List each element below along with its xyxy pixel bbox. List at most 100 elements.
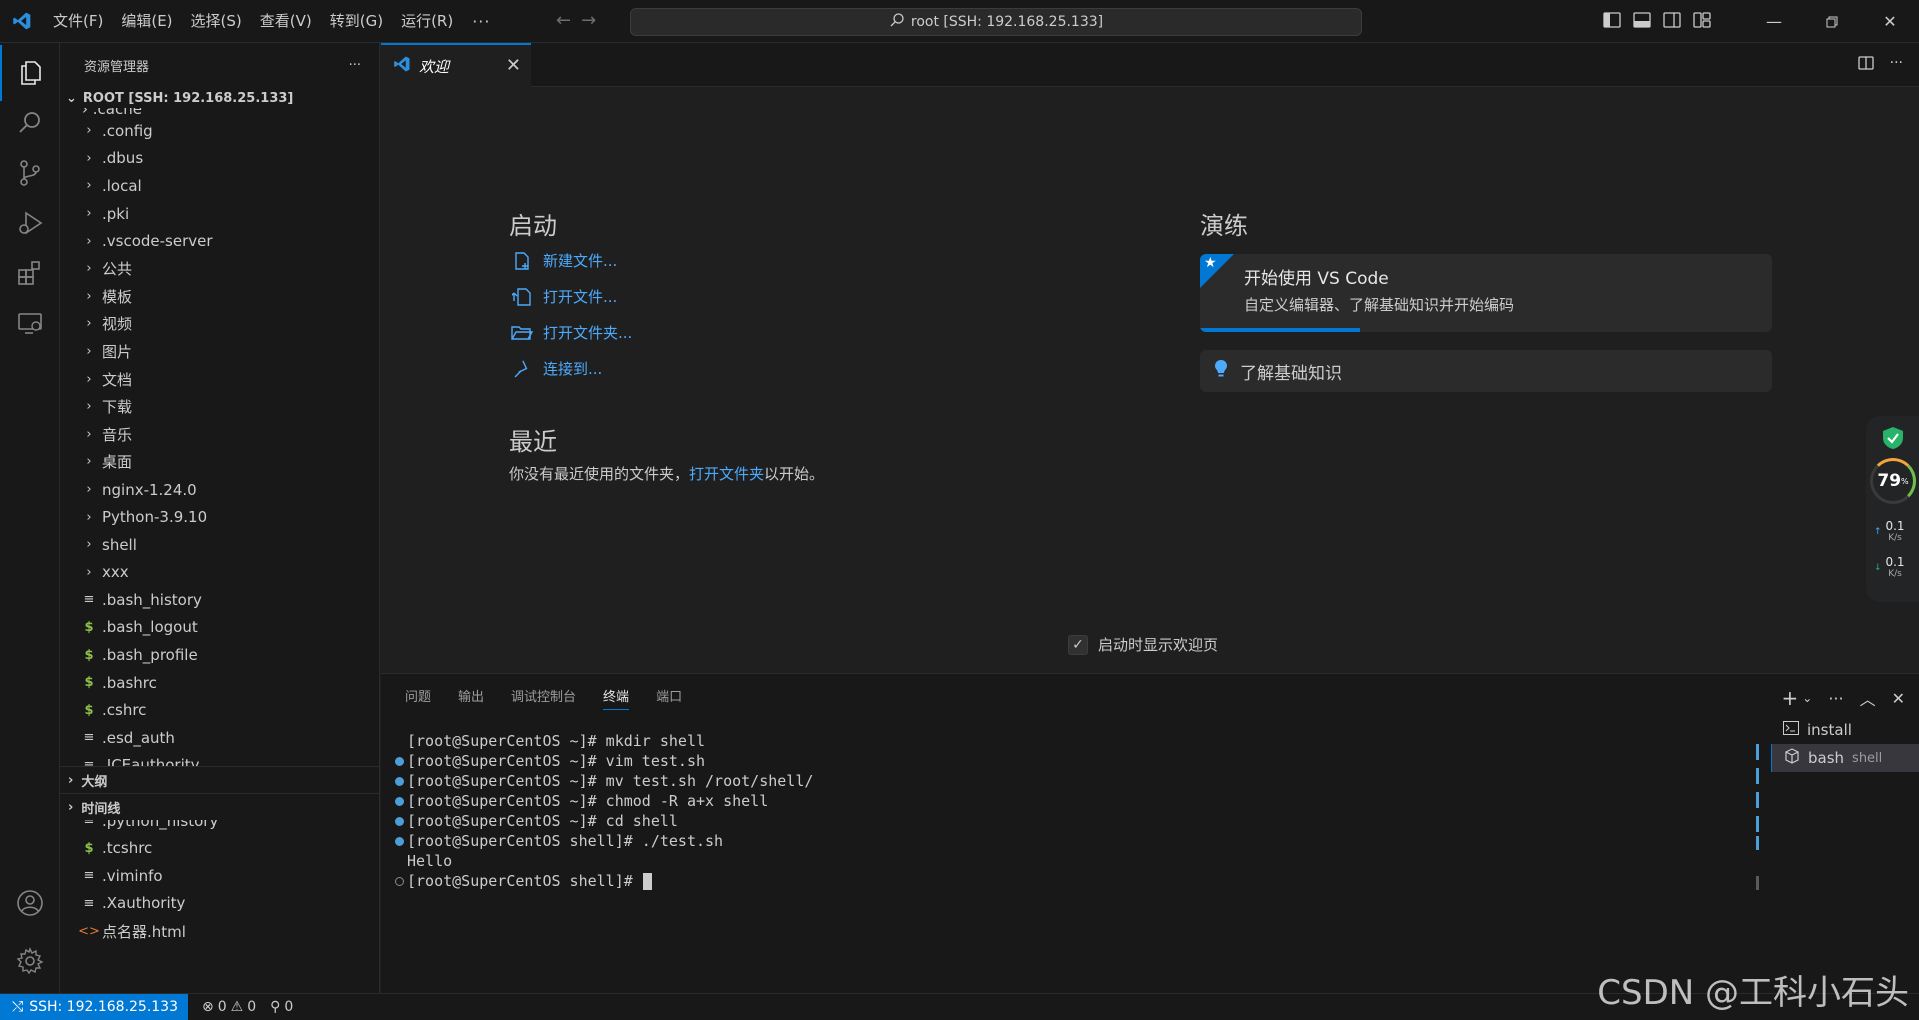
chevron-down-icon[interactable]: ⌄	[1802, 691, 1812, 705]
show-welcome-on-startup[interactable]: ✓ 启动时显示欢迎页	[1068, 634, 1218, 655]
tree-row-label: shell	[102, 535, 137, 554]
tree-row[interactable]: ≡ .esd_auth	[60, 724, 379, 752]
tree-row[interactable]: › 桌面	[60, 448, 379, 476]
new-terminal-icon[interactable]: +	[1781, 686, 1798, 710]
close-icon[interactable]: ✕	[506, 55, 521, 76]
recent-empty-message: 你没有最近使用的文件夹，打开文件夹以开始。	[509, 463, 824, 484]
run-debug-icon[interactable]	[0, 195, 60, 251]
restore-button[interactable]	[1803, 0, 1861, 43]
walkthrough-get-started[interactable]: ★ 开始使用 VS Code 自定义编辑器、了解基础知识并开始编码	[1200, 254, 1772, 332]
open-file-link[interactable]: 打开文件...	[511, 286, 617, 307]
maximize-panel-icon[interactable]: ︿	[1860, 686, 1876, 710]
close-panel-icon[interactable]: ✕	[1892, 689, 1905, 708]
tree-row[interactable]: › 音乐	[60, 421, 379, 449]
more-actions-icon[interactable]: ···	[1890, 55, 1903, 75]
tree-row[interactable]: $ .bashrc	[60, 669, 379, 697]
tree-row[interactable]: $ .bash_profile	[60, 641, 379, 669]
bottom-panel: 问题 输出 调试控制台 终端 端口 + ⌄ ··· ︿ ✕ [root@Supe…	[381, 673, 1919, 993]
extensions-icon[interactable]	[0, 245, 60, 301]
timeline-section[interactable]: › 时间线	[60, 793, 379, 820]
chevron-right-icon: ›	[68, 799, 74, 815]
terminal-line-text: [root@SuperCentOS ~]# mkdir shell	[407, 732, 706, 750]
tree-row[interactable]: › shell	[60, 531, 379, 559]
tab-debug-console[interactable]: 调试控制台	[511, 674, 576, 722]
tree-row[interactable]: $ .cshrc	[60, 696, 379, 724]
tree-row[interactable]: › .dbus	[60, 145, 379, 173]
tree-row[interactable]: › .local	[60, 172, 379, 200]
tab-output[interactable]: 输出	[458, 674, 484, 722]
tree-row[interactable]: <> 点名器.html	[60, 917, 379, 945]
menu-selection[interactable]: 选择(S)	[182, 0, 251, 43]
tree-row[interactable]: ≡ .bash_history	[60, 586, 379, 614]
workspace-root[interactable]: ⌄ ROOT [SSH: 192.168.25.133]	[60, 88, 379, 108]
tree-row[interactable]: › 视频	[60, 310, 379, 338]
tree-row[interactable]: › .config	[60, 117, 379, 145]
tree-row[interactable]: › .vscode-server	[60, 227, 379, 255]
outline-section[interactable]: › 大纲	[60, 766, 379, 793]
command-center[interactable]: root [SSH: 192.168.25.133]	[630, 8, 1362, 36]
toggle-panel-icon[interactable]	[1633, 11, 1651, 32]
chevron-right-icon: ›	[86, 206, 92, 222]
tree-row[interactable]: › 下载	[60, 393, 379, 421]
new-file-link[interactable]: 新建文件...	[511, 250, 617, 271]
tree-row[interactable]: › 文档	[60, 365, 379, 393]
system-monitor-widget[interactable]: 79% ↑ 0.1 K/s ↓ 0.1 K/s	[1866, 416, 1919, 602]
terminal-item-bash[interactable]: bash shell	[1771, 744, 1919, 772]
tree-row[interactable]: › xxx	[60, 559, 379, 587]
command-success-icon	[391, 796, 407, 806]
recent-open-folder-link[interactable]: 打开文件夹	[689, 465, 764, 483]
chevron-right-icon: ›	[86, 261, 92, 277]
tab-problems[interactable]: 问题	[405, 674, 431, 722]
toggle-secondary-sidebar-icon[interactable]	[1663, 11, 1681, 32]
problems-status[interactable]: ⊗ 0 ⚠ 0	[202, 999, 256, 1015]
explorer-more-button[interactable]: ···	[349, 58, 361, 73]
menu-view[interactable]: 查看(V)	[251, 0, 321, 43]
remote-indicator[interactable]: ⤭ SSH: 192.168.25.133	[0, 993, 189, 1020]
explorer-icon[interactable]	[0, 45, 60, 101]
menu-more-button[interactable]: ···	[462, 12, 500, 31]
tab-welcome[interactable]: 欢迎 ✕	[381, 43, 531, 87]
remote-explorer-icon[interactable]	[0, 295, 60, 351]
tree-row[interactable]: ≡ .viminfo	[60, 862, 379, 890]
toggle-primary-sidebar-icon[interactable]	[1603, 11, 1621, 32]
back-arrow-icon[interactable]: ←	[556, 10, 571, 31]
menu-go[interactable]: 转到(G)	[321, 0, 392, 43]
tree-row[interactable]: › nginx-1.24.0	[60, 476, 379, 504]
source-control-icon[interactable]	[0, 145, 60, 201]
menu-run[interactable]: 运行(R)	[392, 0, 462, 43]
tree-row[interactable]: › .pki	[60, 200, 379, 228]
connect-to-link[interactable]: 连接到...	[511, 358, 602, 379]
tab-terminal[interactable]: 终端	[603, 674, 630, 722]
chevron-right-icon: ›	[86, 233, 92, 249]
shell-file-icon: $	[84, 619, 94, 635]
tree-row[interactable]: › 图片	[60, 338, 379, 366]
terminal-item-install[interactable]: install	[1771, 716, 1919, 744]
split-editor-icon[interactable]	[1857, 55, 1874, 75]
tab-ports[interactable]: 端口	[656, 674, 682, 722]
tree-row[interactable]: $ .bash_logout	[60, 614, 379, 642]
chevron-right-icon: ›	[86, 150, 92, 166]
open-folder-link[interactable]: 打开文件夹...	[511, 322, 632, 343]
customize-layout-icon[interactable]	[1693, 11, 1711, 32]
menu-edit[interactable]: 编辑(E)	[112, 0, 181, 43]
accounts-icon[interactable]	[0, 875, 60, 931]
tree-row-label: .local	[102, 176, 142, 195]
tree-row[interactable]: $ .tcshrc	[60, 834, 379, 862]
tree-row[interactable]: ≡ .Xauthority	[60, 890, 379, 918]
minimize-button[interactable]: —	[1745, 0, 1803, 43]
terminal-output[interactable]: [root@SuperCentOS ~]# mkdir shell [root@S…	[391, 731, 1741, 891]
tree-row[interactable]: › 公共	[60, 255, 379, 283]
tree-row[interactable]: › 模板	[60, 283, 379, 311]
forward-arrow-icon[interactable]: →	[581, 10, 596, 31]
startup-checkbox[interactable]: ✓	[1068, 634, 1088, 655]
cube-icon	[1784, 748, 1800, 768]
close-window-button[interactable]: ✕	[1861, 0, 1919, 43]
tree-row[interactable]: › Python-3.9.10	[60, 503, 379, 531]
ports-status[interactable]: ⚲ 0	[270, 999, 293, 1015]
settings-gear-icon[interactable]	[0, 933, 60, 989]
more-actions-icon[interactable]: ···	[1828, 689, 1843, 708]
walkthrough-learn-fundamentals[interactable]: 了解基础知识	[1200, 350, 1772, 392]
search-view-icon[interactable]	[0, 95, 60, 151]
chevron-down-icon: ⌄	[66, 90, 77, 106]
menu-file[interactable]: 文件(F)	[44, 0, 112, 43]
